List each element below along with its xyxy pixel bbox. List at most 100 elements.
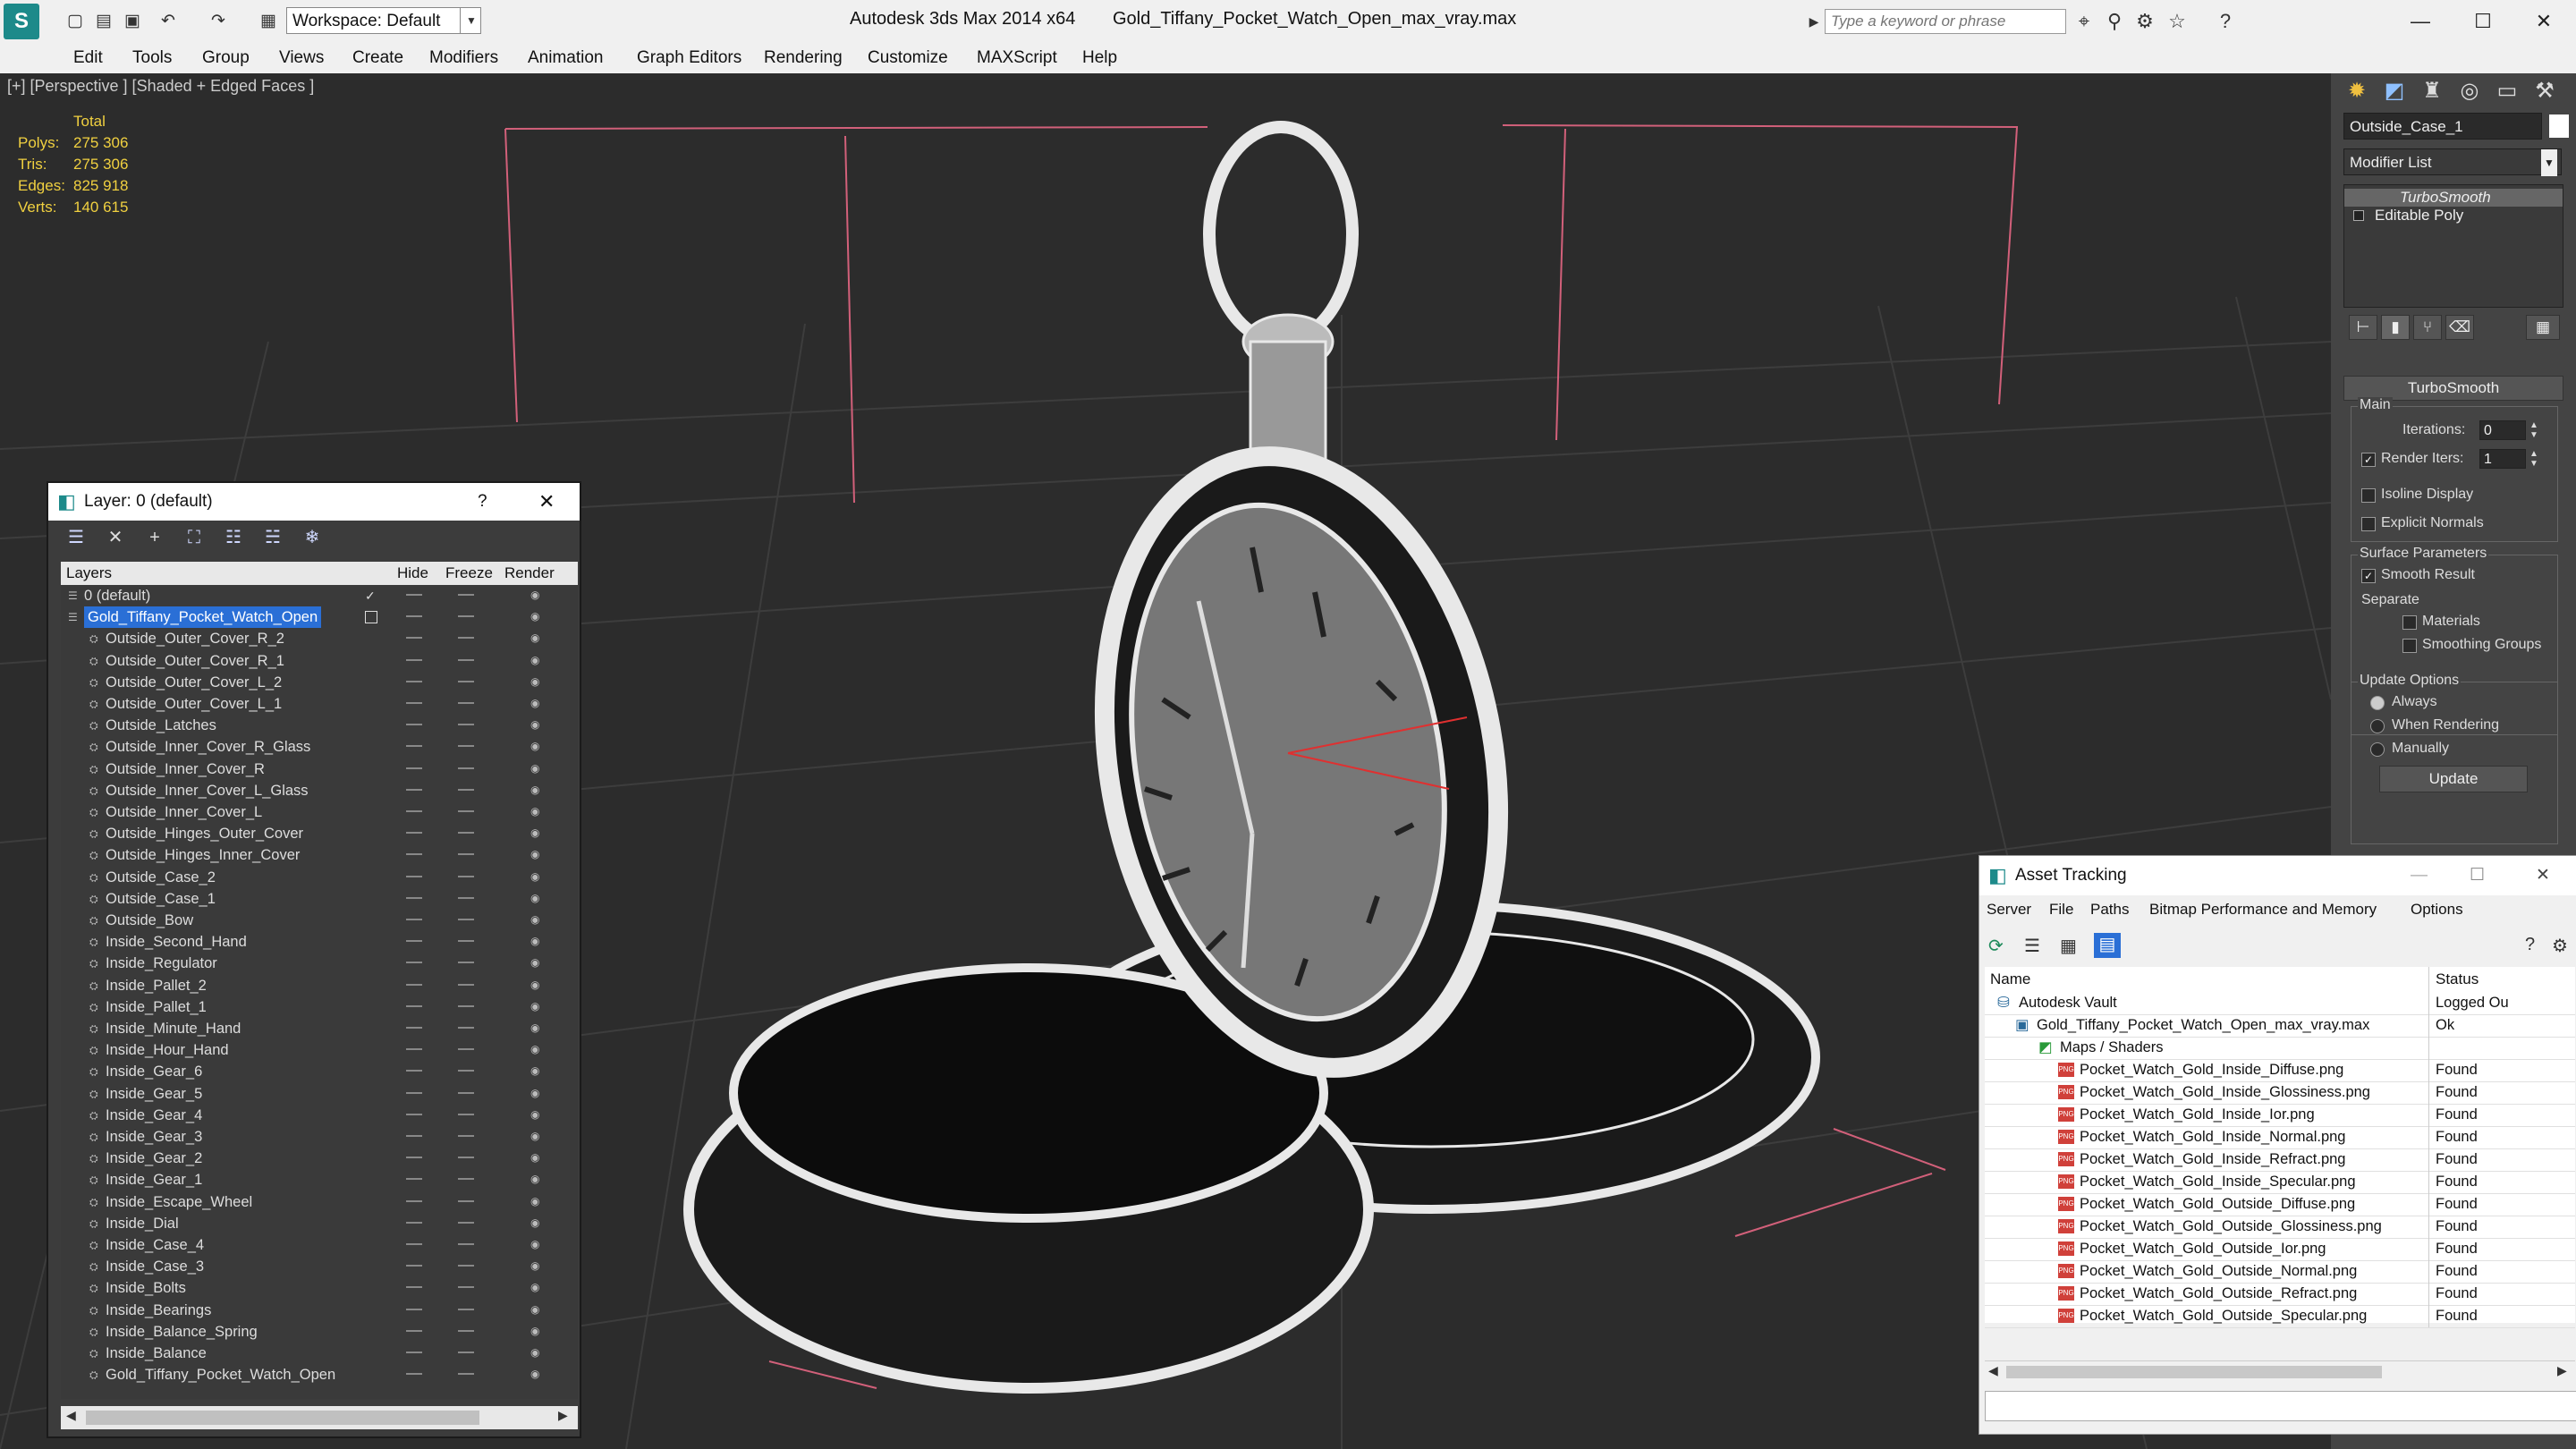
hide-toggle[interactable] [406, 594, 422, 596]
freeze-toggle[interactable] [458, 919, 474, 920]
explicit-normals-checkbox[interactable] [2361, 517, 2376, 531]
freeze-toggle[interactable] [458, 767, 474, 769]
layer-row[interactable]: ⛭ Outside_Inner_Cover_L_Glass ◉ [61, 780, 578, 801]
freeze-toggle[interactable] [458, 983, 474, 986]
hide-toggle[interactable] [406, 1048, 422, 1051]
layer-list[interactable]: ☰ 0 (default) ✓ ◉ ☰ Gold_Tiffany_Pocket_Watch… [61, 585, 578, 1399]
asset-row[interactable]: PNG Pocket_Watch_Gold_Inside_Normal.png Fo… [1985, 1126, 2575, 1149]
layer-horizontal-scrollbar[interactable]: ◀ ▶ [61, 1406, 578, 1429]
freeze-toggle[interactable] [458, 1048, 474, 1051]
render-iters-spinner[interactable]: 1 [2479, 449, 2526, 469]
render-teapot-icon[interactable]: ◉ [530, 1109, 543, 1120]
layer-row[interactable]: ⛭ Outside_Inner_Cover_L ◉ [61, 801, 578, 823]
hide-toggle[interactable] [406, 1027, 422, 1029]
always-radio[interactable] [2370, 696, 2385, 710]
asset-row[interactable]: ▣ Gold_Tiffany_Pocket_Watch_Open_max_vray… [1985, 1014, 2575, 1038]
save-file-icon[interactable]: ▣ [122, 11, 143, 32]
hide-toggle[interactable] [406, 875, 422, 877]
hide-toggle[interactable] [406, 1004, 422, 1007]
layer-row[interactable]: ⛭ Inside_Gear_3 ◉ [61, 1126, 578, 1148]
hide-toggle[interactable] [406, 1070, 422, 1072]
modifier-stack[interactable]: 💡 TurboSmooth Editable Poly [2343, 184, 2563, 308]
asset-row[interactable]: PNG Pocket_Watch_Gold_Inside_Ior.png Found [1985, 1104, 2575, 1127]
asset-path-field[interactable] [1985, 1391, 2576, 1421]
layer-row[interactable]: ⛭ Inside_Escape_Wheel ◉ [61, 1191, 578, 1213]
freeze-toggle[interactable] [458, 637, 474, 640]
layer-row[interactable]: ⛭ Outside_Outer_Cover_L_1 ◉ [61, 693, 578, 715]
smooth-result-checkbox[interactable]: ✓ [2361, 569, 2376, 583]
freeze-toggle[interactable] [458, 724, 474, 726]
hide-toggle[interactable] [406, 658, 422, 661]
hide-toggle[interactable] [406, 853, 422, 856]
freeze-toggle[interactable] [458, 1113, 474, 1115]
asset-row[interactable]: PNG Pocket_Watch_Gold_Outside_Specular.pn… [1985, 1305, 2575, 1328]
hide-toggle[interactable] [406, 745, 422, 748]
asset-dialog-titlebar[interactable]: ◧ Asset Tracking — ☐ ✕ [1979, 856, 2576, 895]
layer-row[interactable]: ⛭ Inside_Regulator ◉ [61, 953, 578, 974]
layer-row[interactable]: ⛭ Inside_Balance ◉ [61, 1343, 578, 1364]
asset-row[interactable]: PNG Pocket_Watch_Gold_Inside_Diffuse.png F… [1985, 1059, 2575, 1082]
freeze-toggle[interactable] [458, 658, 474, 661]
layer-row[interactable]: ⛭ Outside_Inner_Cover_R ◉ [61, 758, 578, 780]
asset-row[interactable]: PNG Pocket_Watch_Gold_Outside_Refract.png… [1985, 1283, 2575, 1306]
asset-row[interactable]: PNG Pocket_Watch_Gold_Outside_Glossiness.… [1985, 1216, 2575, 1239]
tools-icon[interactable]: ⚲ [2102, 9, 2127, 34]
remove-modifier-icon[interactable]: ⌫ [2445, 315, 2474, 340]
select-objects-icon[interactable]: ⛶ [182, 526, 206, 549]
layer-row[interactable]: ⛭ Inside_Gear_1 ◉ [61, 1169, 578, 1191]
render-teapot-icon[interactable]: ◉ [530, 806, 543, 817]
layer-row[interactable]: ⛭ Outside_Hinges_Outer_Cover ◉ [61, 823, 578, 844]
layer-row[interactable]: ⛭ Inside_Case_4 ◉ [61, 1234, 578, 1256]
binoculars-icon[interactable]: ⌖ [2072, 9, 2097, 34]
freeze-toggle[interactable] [458, 1135, 474, 1137]
refresh-icon[interactable]: ⟳ [1988, 935, 2004, 957]
freeze-toggle[interactable] [458, 788, 474, 791]
hide-toggle[interactable] [406, 1265, 422, 1267]
render-iters-checkbox[interactable]: ✓ [2361, 453, 2376, 467]
freeze-toggle[interactable] [458, 896, 474, 899]
menu-group[interactable]: Group [202, 48, 250, 68]
maximize-icon[interactable]: ☐ [2456, 4, 2510, 39]
freeze-toggle[interactable] [458, 680, 474, 682]
freeze-toggle[interactable] [458, 810, 474, 812]
render-teapot-icon[interactable]: ◉ [530, 1282, 543, 1292]
layer-row[interactable]: ⛭ Inside_Second_Hand ◉ [61, 931, 578, 953]
hide-toggle[interactable] [406, 637, 422, 640]
render-teapot-icon[interactable]: ◉ [530, 1131, 543, 1141]
layer-row[interactable]: ⛭ Outside_Bow ◉ [61, 910, 578, 931]
layer-row[interactable]: ☰ 0 (default) ✓ ◉ [61, 585, 578, 606]
hide-toggle[interactable] [406, 1329, 422, 1332]
asset-row[interactable]: PNG Pocket_Watch_Gold_Outside_Ior.png Foun… [1985, 1238, 2575, 1261]
render-teapot-icon[interactable]: ◉ [530, 1326, 543, 1336]
render-teapot-icon[interactable]: ◉ [530, 589, 543, 600]
hide-toggle[interactable] [406, 702, 422, 704]
hide-toggle[interactable] [406, 1157, 422, 1159]
render-teapot-icon[interactable]: ◉ [530, 1044, 543, 1055]
freeze-toggle[interactable] [458, 1352, 474, 1353]
expand-icon[interactable] [2353, 210, 2364, 221]
freeze-toggle[interactable] [458, 1243, 474, 1245]
freeze-all-layers-icon[interactable]: ❄ [301, 526, 324, 549]
freeze-toggle[interactable] [458, 1178, 474, 1181]
menu-edit[interactable]: Edit [73, 48, 103, 68]
freeze-toggle[interactable] [458, 615, 474, 618]
new-layer-icon[interactable]: ☰ [64, 526, 88, 549]
asset-menu-options[interactable]: Options [2411, 901, 2463, 919]
create-tab-icon[interactable]: ✹ [2340, 73, 2374, 109]
layer-row[interactable]: ⛭ Outside_Latches ◉ [61, 715, 578, 736]
render-teapot-icon[interactable]: ◉ [530, 611, 543, 622]
render-teapot-icon[interactable]: ◉ [530, 676, 543, 687]
layer-row[interactable]: ⛭ Inside_Case_3 ◉ [61, 1256, 578, 1277]
hide-toggle[interactable] [406, 1373, 422, 1376]
render-teapot-icon[interactable]: ◉ [530, 632, 543, 643]
search-input[interactable] [1825, 9, 2066, 34]
layer-row[interactable]: ⛭ Inside_Balance_Spring ◉ [61, 1321, 578, 1343]
freeze-toggle[interactable] [458, 962, 474, 964]
help-icon[interactable]: ? [2525, 935, 2535, 955]
maximize-icon[interactable]: ☐ [2470, 856, 2485, 895]
layer-row[interactable]: ⛭ Outside_Outer_Cover_R_1 ◉ [61, 650, 578, 672]
freeze-toggle[interactable] [458, 1308, 474, 1310]
app-logo-icon[interactable]: S [4, 4, 39, 39]
asset-menu-bitmap[interactable]: Bitmap Performance and Memory [2149, 901, 2377, 919]
freeze-toggle[interactable] [458, 1329, 474, 1332]
